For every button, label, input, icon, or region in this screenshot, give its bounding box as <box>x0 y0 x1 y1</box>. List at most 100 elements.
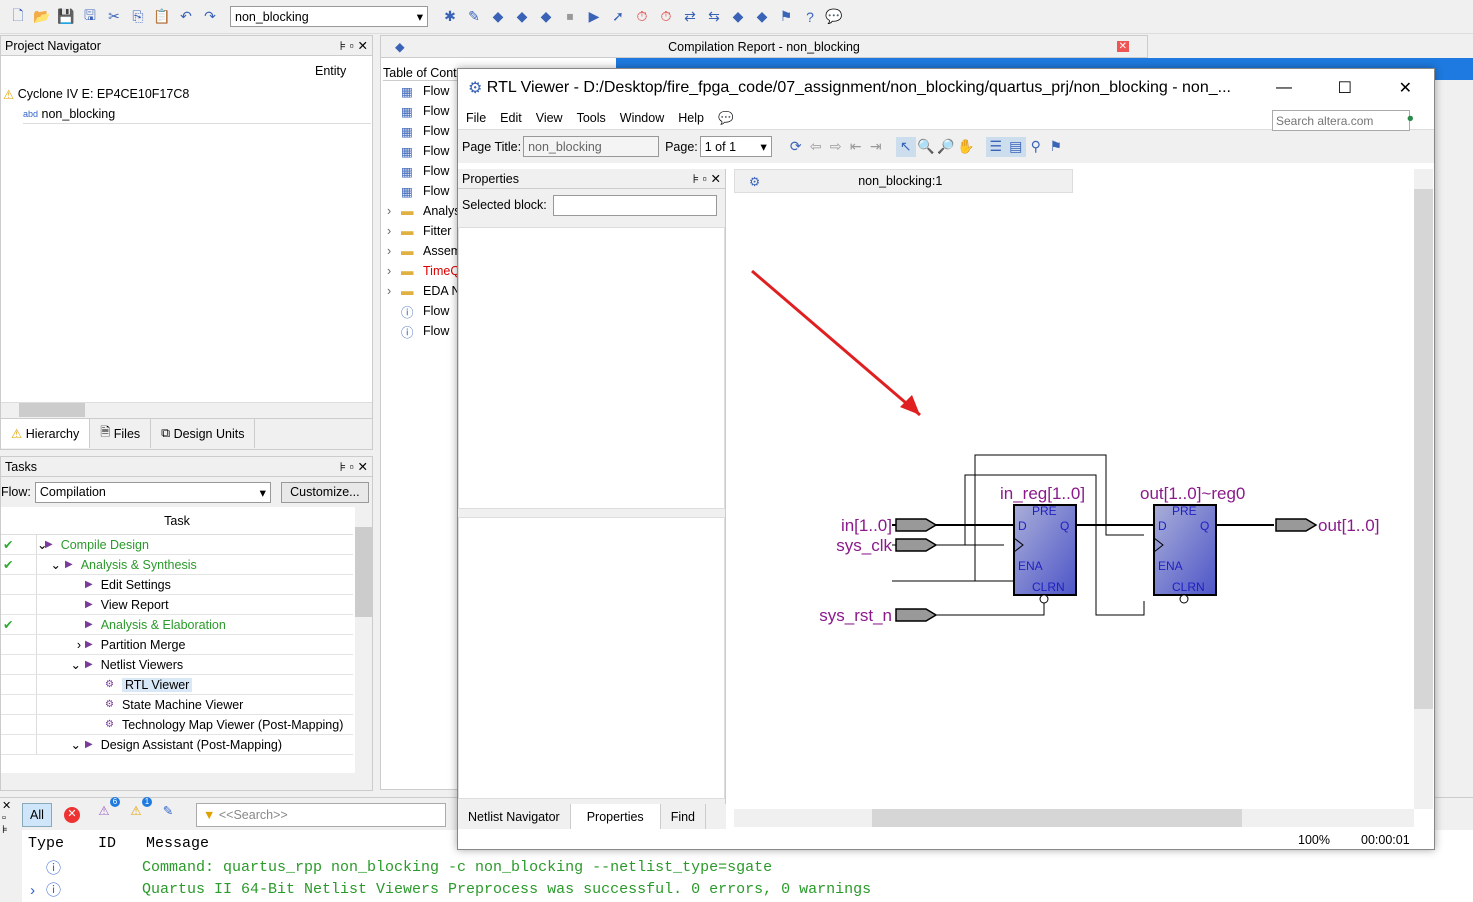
save-icon[interactable]: 💾 <box>56 7 76 27</box>
filter-suppressed-button[interactable]: ✎ <box>156 803 180 827</box>
select-icon[interactable]: ↖ <box>895 136 916 157</box>
filter-all-button[interactable]: All <box>22 803 52 827</box>
menu-view[interactable]: View <box>536 111 563 125</box>
vertical-scrollbar[interactable] <box>1414 169 1433 809</box>
expand-icon[interactable]: › <box>387 244 401 258</box>
tab-canvas[interactable]: ⚙ non_blocking:1 <box>734 169 1073 193</box>
expand-icon[interactable]: ⌄ <box>37 737 85 752</box>
menu-tools[interactable]: Tools <box>577 111 606 125</box>
chat-icon[interactable]: 💬 <box>718 111 734 126</box>
compile-icon[interactable]: ◆ <box>488 7 508 27</box>
flow-select[interactable]: Compilation ▾ <box>34 481 271 503</box>
tab-find[interactable]: Find <box>661 804 707 829</box>
tab-design-units[interactable]: ⧉ Design Units <box>151 419 256 448</box>
close-icon[interactable]: ⊧ ▫ ✕ <box>340 38 368 53</box>
filter-warning-button[interactable]: ⚠ 1 <box>124 797 152 827</box>
chip-planner-icon[interactable]: ⇆ <box>704 7 724 27</box>
vertical-scrollbar[interactable] <box>355 507 372 773</box>
horizontal-scrollbar[interactable] <box>734 809 1414 827</box>
task-item[interactable]: ✔ ⌄ ▶ Compile Design <box>1 535 353 555</box>
selected-block-field[interactable] <box>552 194 717 216</box>
tab-properties[interactable]: Properties <box>570 804 661 829</box>
start-compilation-icon[interactable]: ▶ <box>584 7 604 27</box>
go-down-icon[interactable]: ⇥ <box>866 137 886 157</box>
copy-icon[interactable]: ⎘ <box>128 7 148 27</box>
timequest-icon[interactable]: ⏱ <box>656 7 676 27</box>
close-icon[interactable]: ⊧ ▫ ✕ <box>340 459 368 474</box>
task-item[interactable]: ⚙ Technology Map Viewer (Post-Mapping) <box>1 715 353 735</box>
expand-icon[interactable]: ⌄ <box>37 557 65 572</box>
top-entity[interactable]: non_blocking <box>42 107 116 121</box>
refresh-icon[interactable]: ⟳ <box>786 137 806 157</box>
filter-critical-warning-button[interactable]: ⚠ 6 <box>92 797 120 827</box>
panel-controls[interactable]: ✕ ▫ ⊧ <box>2 800 11 836</box>
ssn-icon[interactable]: ◆ <box>752 7 772 27</box>
synthesis-icon[interactable]: ◆ <box>536 7 556 27</box>
minimize-button[interactable]: — <box>1276 79 1292 97</box>
column-message[interactable]: Message <box>140 835 209 852</box>
netlist-icon[interactable]: ⇄ <box>680 7 700 27</box>
open-icon[interactable]: 📂 <box>32 7 52 27</box>
forward-icon[interactable]: ⇨ <box>826 137 846 157</box>
column-id[interactable]: ID <box>92 835 140 852</box>
zoom-fit-icon[interactable]: 🔎 <box>936 137 956 157</box>
find-icon[interactable]: ⚲ <box>1026 137 1046 157</box>
signaltap-icon[interactable]: ⚑ <box>776 7 796 27</box>
page-title-field[interactable]: non_blocking <box>523 136 660 157</box>
cut-icon[interactable]: ✂ <box>104 7 124 27</box>
task-item[interactable]: ⌄ ▶ Design Assistant (Post-Mapping) <box>1 735 353 755</box>
netlist-navigator-icon[interactable]: ☰ <box>985 136 1006 157</box>
properties-icon[interactable]: ▤ <box>1005 136 1026 157</box>
search-input[interactable] <box>1272 110 1410 131</box>
help-icon[interactable]: ? <box>800 7 820 27</box>
paste-icon[interactable]: 📋 <box>152 7 172 27</box>
message-search-input[interactable]: ▼ <<Search>> <box>196 803 446 827</box>
tab-netlist-navigator[interactable]: Netlist Navigator <box>458 804 571 829</box>
task-item[interactable]: ✔ ▶ Analysis & Elaboration <box>1 615 353 635</box>
menu-window[interactable]: Window <box>620 111 664 125</box>
hand-icon[interactable]: ✋ <box>956 137 976 157</box>
close-icon[interactable]: ✕ <box>1116 41 1129 52</box>
go-up-icon[interactable]: ⇤ <box>846 137 866 157</box>
column-type[interactable]: Type <box>22 835 92 852</box>
zoom-in-icon[interactable]: 🔍 <box>916 137 936 157</box>
task-item[interactable]: ⚙ RTL Viewer <box>1 675 353 695</box>
chat-icon[interactable]: 💬 <box>824 7 844 27</box>
analyze-icon[interactable]: ➚ <box>608 7 628 27</box>
customize-button[interactable]: Customize... <box>280 481 369 503</box>
close-button[interactable]: ✕ <box>1399 78 1412 98</box>
pin-planner-icon[interactable]: ✎ <box>464 7 484 27</box>
message-row[interactable]: ⓘ Command: quartus_rpp non_blocking -c no… <box>22 856 1473 878</box>
task-item[interactable]: ▶ Edit Settings <box>1 575 353 595</box>
tab-hierarchy[interactable]: ⚠ Hierarchy <box>1 419 91 448</box>
expand-icon[interactable]: › <box>387 224 401 238</box>
task-item[interactable]: ⌄ ▶ Netlist Viewers <box>1 655 353 675</box>
timing-icon[interactable]: ⏱ <box>632 7 652 27</box>
task-item[interactable]: ▶ View Report <box>1 595 353 615</box>
close-icon[interactable]: ⊧ ▫ ✕ <box>693 171 721 186</box>
device-label[interactable]: Cyclone IV E: EP4CE10F17C8 <box>18 87 190 101</box>
programmer-icon[interactable]: ◆ <box>728 7 748 27</box>
assignment-icon[interactable]: ✱ <box>440 7 460 27</box>
expand-icon[interactable]: › <box>387 204 401 218</box>
task-item[interactable]: ⚙ State Machine Viewer <box>1 695 353 715</box>
analysis-icon[interactable]: ◆ <box>512 7 532 27</box>
horizontal-scrollbar[interactable] <box>1 402 372 418</box>
expand-icon[interactable]: ⌄ <box>37 657 85 672</box>
expand-icon[interactable]: › <box>37 638 85 652</box>
stop-icon[interactable]: ⏹ <box>560 7 580 27</box>
menu-edit[interactable]: Edit <box>500 111 522 125</box>
expand-icon[interactable]: › <box>387 264 401 278</box>
task-item[interactable]: ✔ ⌄ ▶ Analysis & Synthesis <box>1 555 353 575</box>
expand-icon[interactable]: ⌄ <box>37 537 47 552</box>
page-select[interactable]: 1 of 1 ▾ <box>699 136 772 157</box>
menu-help[interactable]: Help <box>678 111 704 125</box>
project-select[interactable]: non_blocking ▾ <box>230 6 428 27</box>
redo-icon[interactable]: ↷ <box>200 7 220 27</box>
horizontal-scrollbar[interactable] <box>1 773 372 789</box>
menu-file[interactable]: File <box>466 111 486 125</box>
globe-icon[interactable]: ● <box>1406 111 1414 125</box>
tab-files[interactable]: 🗎 Files <box>90 419 152 448</box>
maximize-button[interactable]: ☐ <box>1338 78 1352 98</box>
expand-icon[interactable]: › <box>387 284 401 298</box>
